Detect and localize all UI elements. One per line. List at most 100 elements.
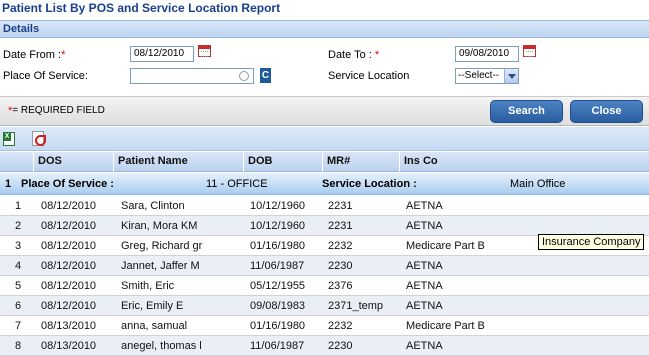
service-location-selected: --Select-- (458, 70, 500, 81)
cell-dob: 11/06/1987 (250, 260, 305, 272)
cell-ins-co: Medicare Part B (406, 320, 485, 332)
place-of-service-label: Place Of Service: (3, 70, 88, 82)
table-header: DOS Patient Name DOB MR# Ins Co (0, 152, 649, 172)
table-row[interactable]: 5 08/12/2010 Smith, Eric 05/12/1955 2376… (0, 276, 649, 296)
action-bar: *= REQUIRED FIELD Search Close (0, 96, 649, 126)
clear-place-of-service-button[interactable]: C (260, 68, 271, 83)
cell-patient-name: Smith, Eric (121, 280, 175, 292)
table-row[interactable]: 1 08/12/2010 Sara, Clinton 10/12/1960 22… (0, 196, 649, 216)
cell-dob: 10/12/1960 (250, 220, 306, 232)
group-location-label: Service Location : (322, 178, 417, 190)
excel-icon[interactable] (3, 132, 15, 146)
cell-dos: 08/12/2010 (41, 260, 97, 272)
date-from-calendar-icon[interactable] (198, 45, 211, 57)
details-section-header: Details (0, 20, 649, 38)
column-header-ins-co[interactable]: Ins Co (404, 155, 438, 167)
page-title: Patient List By POS and Service Location… (2, 1, 281, 15)
pdf-icon[interactable] (32, 131, 46, 146)
row-number: 5 (15, 280, 22, 292)
place-of-service-input[interactable] (130, 68, 254, 84)
filter-form: Date From :* 08/12/2010 Date To : * 09/0… (0, 39, 649, 97)
date-to-label: Date To : * (328, 49, 379, 61)
group-row: 1 Place Of Service : 11 - OFFICE Service… (0, 173, 649, 195)
column-header-patient-name[interactable]: Patient Name (118, 155, 188, 167)
chevron-down-icon[interactable] (504, 69, 518, 83)
cell-mr: 2230 (328, 260, 353, 272)
cell-ins-co: Medicare Part B (406, 240, 485, 252)
cell-ins-co: AETNA (406, 260, 443, 272)
required-field-note: *= REQUIRED FIELD (8, 105, 105, 117)
cell-ins-co: AETNA (406, 220, 443, 232)
column-divider (399, 152, 400, 172)
required-field-text: = REQUIRED FIELD (12, 105, 105, 116)
column-divider (322, 152, 323, 172)
group-number: 1 (5, 178, 12, 190)
row-number: 3 (15, 240, 22, 252)
table-row[interactable]: 4 08/12/2010 Jannet, Jaffer M 11/06/1987… (0, 256, 649, 276)
page-title-bar: Patient List By POS and Service Location… (0, 0, 649, 17)
close-button[interactable]: Close (570, 100, 643, 123)
cell-patient-name: Kiran, Mora KM (121, 220, 198, 232)
cell-patient-name: Jannet, Jaffer M (121, 260, 200, 272)
cell-patient-name: Sara, Clinton (121, 200, 185, 212)
cell-ins-co: AETNA (406, 340, 443, 352)
service-location-select[interactable]: --Select-- (455, 68, 519, 84)
row-number: 2 (15, 220, 22, 232)
column-divider (113, 152, 114, 172)
search-button[interactable]: Search (490, 100, 563, 123)
cell-dob: 05/12/1955 (250, 280, 306, 292)
lookup-circle-icon[interactable] (239, 71, 249, 81)
cell-patient-name: Eric, Emily E (121, 300, 184, 312)
row-number: 1 (15, 200, 22, 212)
cell-dos: 08/13/2010 (41, 340, 97, 352)
row-number: 4 (15, 260, 22, 272)
date-to-label-text: Date To : (328, 49, 372, 61)
cell-patient-name: anegel, thomas l (121, 340, 202, 352)
row-number: 7 (15, 320, 22, 332)
cell-mr: 2232 (328, 320, 353, 332)
cell-dob: 10/12/1960 (250, 200, 306, 212)
export-toolbar (0, 127, 649, 151)
date-to-input[interactable]: 09/08/2010 (455, 46, 519, 62)
cell-dob: 01/16/1980 (250, 320, 306, 332)
column-header-dos[interactable]: DOS (38, 155, 62, 167)
cell-ins-co: AETNA (406, 300, 443, 312)
required-star: * (61, 49, 66, 61)
date-from-label-text: Date From : (3, 49, 62, 61)
group-pos-value: 11 - OFFICE (206, 178, 268, 190)
date-to-calendar-icon[interactable] (523, 45, 536, 57)
cell-dob: 11/06/1987 (250, 340, 305, 352)
cell-ins-co: AETNA (406, 200, 443, 212)
cell-mr: 2231 (328, 200, 353, 212)
table-row[interactable]: 8 08/13/2010 anegel, thomas l 11/06/1987… (0, 336, 649, 356)
cell-mr: 2376 (328, 280, 353, 292)
details-section-title: Details (3, 23, 40, 35)
service-location-label: Service Location (328, 70, 410, 82)
table-row[interactable]: 7 08/13/2010 anna, samual 01/16/1980 223… (0, 316, 649, 336)
cell-mr: 2232 (328, 240, 353, 252)
cell-dob: 09/08/1983 (250, 300, 306, 312)
column-divider (243, 152, 244, 172)
table-row[interactable]: 2 08/12/2010 Kiran, Mora KM 10/12/1960 2… (0, 216, 649, 236)
cell-dos: 08/12/2010 (41, 240, 97, 252)
cell-dos: 08/12/2010 (41, 280, 97, 292)
cell-dos: 08/12/2010 (41, 200, 97, 212)
cell-dob: 01/16/1980 (250, 240, 306, 252)
insurance-company-tooltip: Insurance Company (538, 234, 645, 250)
table-row[interactable]: 6 08/12/2010 Eric, Emily E 09/08/1983 23… (0, 296, 649, 316)
group-location-value: Main Office (510, 178, 566, 190)
required-star: * (374, 49, 380, 61)
cell-patient-name: Greg, Richard gr (121, 240, 203, 252)
cell-dos: 08/12/2010 (41, 300, 97, 312)
date-from-input[interactable]: 08/12/2010 (130, 46, 194, 62)
cell-dos: 08/12/2010 (41, 220, 97, 232)
cell-patient-name: anna, samual (121, 320, 188, 332)
group-pos-label: Place Of Service : (21, 178, 114, 190)
column-header-mr[interactable]: MR# (327, 155, 350, 167)
date-from-label: Date From :* (3, 49, 65, 61)
column-divider (33, 152, 34, 172)
column-header-dob[interactable]: DOB (248, 155, 272, 167)
cell-mr: 2371_temp (328, 300, 384, 312)
cell-ins-co: AETNA (406, 280, 443, 292)
row-number: 8 (15, 340, 22, 352)
